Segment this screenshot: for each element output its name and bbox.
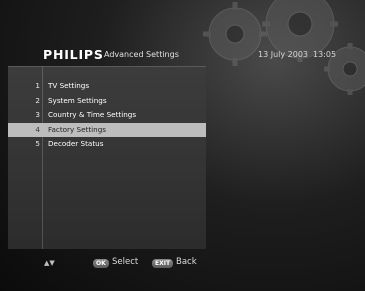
back-hint: Back: [176, 257, 197, 267]
brand-logo: PHILIPS: [43, 47, 104, 62]
menu-item-label: System Settings: [48, 95, 107, 105]
exit-key-icon: EXIT: [152, 259, 174, 268]
menu-item-number: 4: [35, 124, 40, 134]
menu-item-country-time-settings[interactable]: 3 Country & Time Settings: [8, 108, 206, 123]
menu-item-label: Factory Settings: [48, 124, 107, 134]
page-title: Advanced Settings: [104, 50, 179, 59]
menu-item-number: 3: [35, 110, 40, 119]
ok-key-icon: OK: [93, 259, 109, 268]
select-hint: Select: [112, 257, 139, 267]
header-bar: PHILIPS Advanced Settings 13 July 2003 1…: [0, 0, 365, 70]
menu-item-factory-settings[interactable]: 4 Factory Settings: [8, 122, 206, 137]
menu-item-label: TV Settings: [48, 81, 90, 90]
menu-item-label: Decoder Status: [48, 139, 104, 148]
settings-menu: 1 TV Settings 2 System Settings 3 Countr…: [8, 79, 206, 152]
menu-item-number: 1: [35, 81, 40, 90]
menu-item-label: Country & Time Settings: [48, 110, 137, 119]
time-display: 13:05: [313, 50, 337, 59]
menu-item-number: 5: [35, 139, 40, 148]
menu-item-system-settings[interactable]: 2 System Settings: [8, 94, 206, 109]
menu-item-number: 2: [35, 95, 40, 105]
menu-panel: 1 TV Settings 2 System Settings 3 Countr…: [8, 66, 206, 249]
menu-item-decoder-status[interactable]: 5 Decoder Status: [8, 137, 206, 152]
footer-key-hints: ▲▼ OK Select EXIT Back: [0, 253, 365, 275]
up-down-arrows-icon: ▲▼: [44, 259, 55, 267]
tv-menu-screen: PHILIPS Advanced Settings 13 July 2003 1…: [0, 0, 365, 291]
menu-item-tv-settings[interactable]: 1 TV Settings: [8, 79, 206, 94]
date-display: 13 July 2003: [258, 50, 309, 59]
